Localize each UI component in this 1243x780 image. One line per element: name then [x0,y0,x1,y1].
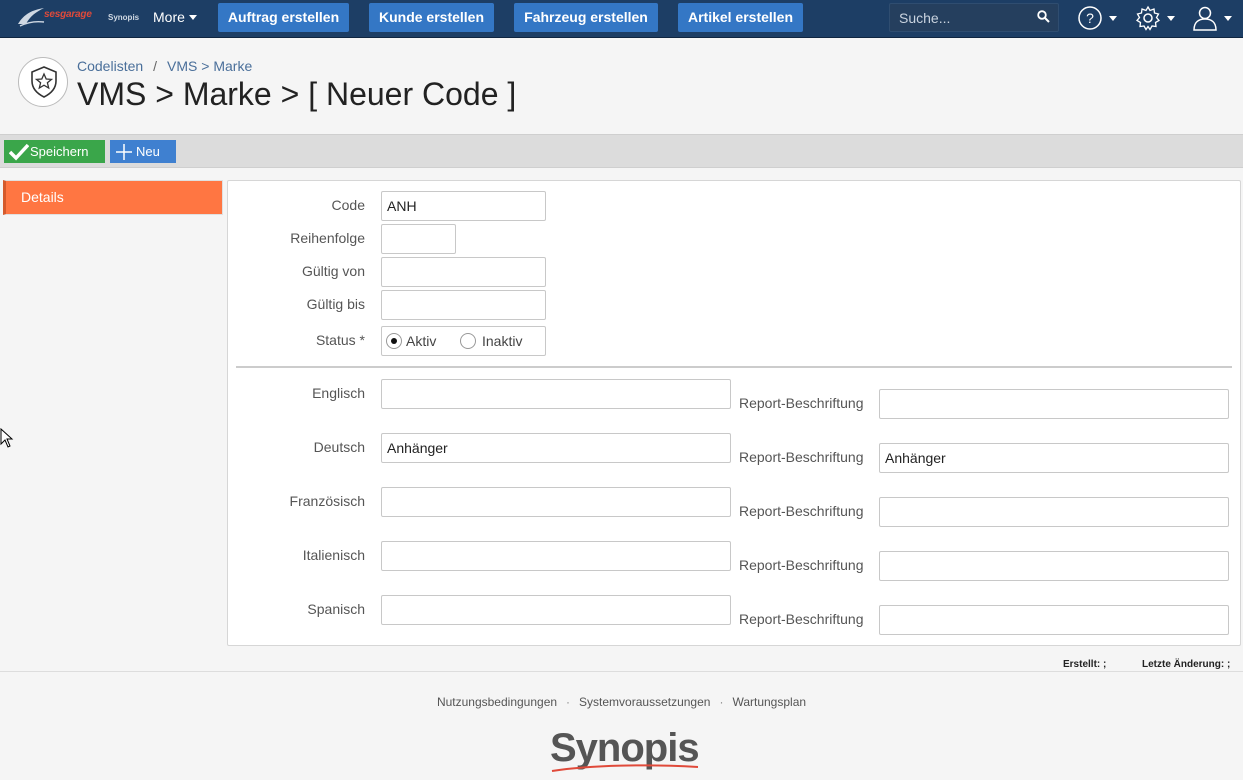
valid-from-label: Gültig von [301,263,365,279]
created-value: ; [1103,659,1107,670]
mouse-cursor-icon [0,428,14,448]
status-inaktiv-radio[interactable] [460,333,476,349]
code-label: Code [331,197,365,213]
french-label: Französisch [289,493,365,509]
order-label: Reihenfolge [290,230,365,246]
valid-from-input[interactable] [381,257,546,287]
spanish-label: Spanisch [307,601,365,617]
page-title: VMS > Marke > [ Neuer Code ] [77,76,517,112]
save-label: Speichern [30,144,89,159]
chevron-down-icon [1167,16,1175,21]
italian-report-input[interactable] [879,551,1229,581]
chevron-down-icon [1109,16,1117,21]
english-input[interactable] [381,379,731,409]
chevron-down-icon [1224,16,1232,21]
page-header: Codelisten / VMS > Marke VMS > Marke > [ N… [0,38,1243,134]
settings-menu[interactable] [1135,5,1175,31]
footer-links: Nutzungsbedingungen · Systemvoraussetzunge… [0,695,1243,709]
english-report-label: Report-Beschriftung [739,395,864,411]
top-navbar: sesgarage Synopis More Auftrag erstellen… [0,0,1243,38]
breadcrumb-separator: / [153,58,158,74]
german-label: Deutsch [313,439,365,455]
footer-separator: · [719,695,724,709]
code-input[interactable] [381,191,546,221]
modified-label: Letzte Änderung: [1142,659,1225,670]
chevron-down-icon [188,15,197,20]
search-icon[interactable] [1037,10,1050,23]
shield-star-icon [31,66,57,98]
terms-link[interactable]: Nutzungsbedingungen [437,695,557,709]
sub-brand-name: Synopis [108,13,140,22]
status-aktiv-radio[interactable] [386,333,402,349]
valid-to-input[interactable] [381,290,546,320]
created-label: Erstellt: [1063,659,1101,670]
help-menu[interactable]: ? [1077,5,1117,31]
italian-label: Italienisch [302,547,365,563]
create-vehicle-button[interactable]: Fahrzeug erstellen [514,3,658,32]
status-label-text: Status [315,332,356,348]
more-label: More [153,9,185,25]
shield-star-badge [18,57,68,107]
created-meta: Erstellt: ; [1063,659,1106,670]
brand-name: sesgarage [44,9,92,20]
more-menu[interactable]: More [153,9,197,25]
search-box [889,3,1059,32]
app-logo[interactable]: sesgarage Synopis [16,4,140,32]
breadcrumb-codelisten[interactable]: Codelisten [77,58,143,74]
status-inaktiv-label[interactable]: Inaktiv [482,333,522,349]
italian-report-label: Report-Beschriftung [739,557,864,573]
system-requirements-link[interactable]: Systemvoraussetzungen [579,695,710,709]
save-button[interactable]: Speichern [4,140,105,163]
help-icon: ? [1078,6,1102,30]
italian-input[interactable] [381,541,731,571]
footer-logo: Synopis [550,726,700,774]
checkmark-icon [9,143,29,161]
status-radio-group: Aktiv Inaktiv [381,326,546,356]
plus-icon [116,144,132,160]
english-label: Englisch [312,385,365,401]
user-icon [1193,6,1217,31]
german-report-input[interactable] [879,443,1229,473]
spanish-report-input[interactable] [879,605,1229,635]
status-label: Status * [316,332,365,348]
spanish-input[interactable] [381,595,731,625]
new-button[interactable]: Neu [110,140,176,163]
gear-icon [1136,5,1160,31]
svg-text:?: ? [1086,10,1094,26]
create-order-button[interactable]: Auftrag erstellen [218,3,349,32]
order-input[interactable] [381,224,456,254]
required-marker: * [359,332,365,348]
modified-value: ; [1227,659,1231,670]
details-panel: Code Reihenfolge Gültig von Gültig bis S… [227,180,1241,646]
action-toolbar: Speichern Neu [0,134,1243,168]
footer-separator: · [566,695,571,709]
english-report-input[interactable] [879,389,1229,419]
footer-divider [0,671,1243,672]
seagull-logo-icon [18,8,45,27]
french-report-label: Report-Beschriftung [739,503,864,519]
german-input[interactable] [381,433,731,463]
breadcrumb-vms-marke[interactable]: VMS > Marke [167,58,252,74]
french-input[interactable] [381,487,731,517]
status-aktiv-label[interactable]: Aktiv [406,333,436,349]
user-menu[interactable] [1192,5,1232,31]
logo-swoosh-icon [551,764,699,772]
modified-meta: Letzte Änderung: ; [1142,659,1230,670]
french-report-input[interactable] [879,497,1229,527]
search-input[interactable] [890,4,1040,31]
spanish-report-label: Report-Beschriftung [739,611,864,627]
create-customer-button[interactable]: Kunde erstellen [369,3,494,32]
breadcrumb: Codelisten / VMS > Marke [77,58,252,74]
tab-details[interactable]: Details [3,180,223,215]
section-divider [236,366,1232,368]
create-article-button[interactable]: Artikel erstellen [678,3,803,32]
valid-to-label: Gültig bis [306,296,365,312]
german-report-label: Report-Beschriftung [739,449,864,465]
new-label: Neu [136,144,160,159]
maintenance-plan-link[interactable]: Wartungsplan [732,695,806,709]
